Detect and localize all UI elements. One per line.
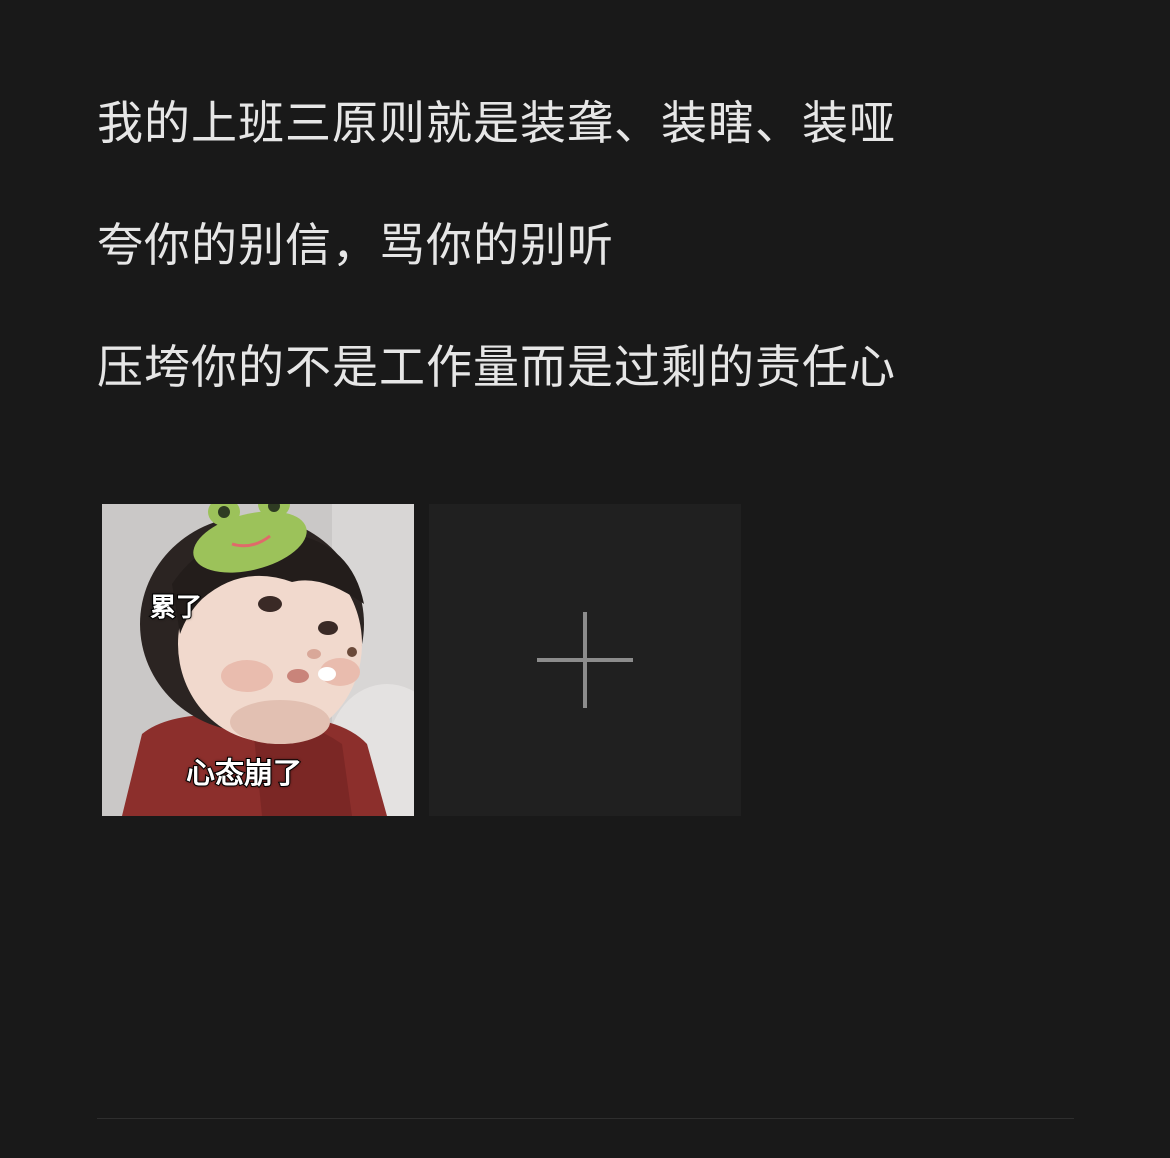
- meme-image-thumbnail[interactable]: 累了 心态崩了: [102, 504, 414, 816]
- post-line-3: 压垮你的不是工作量而是过剩的责任心: [97, 340, 896, 394]
- post-text-area[interactable]: 我的上班三原则就是装聋、装瞎、装哑 夸你的别信，骂你的别听 压垮你的不是工作量而…: [97, 88, 1077, 402]
- add-image-button[interactable]: [429, 504, 741, 816]
- post-line-2: 夸你的别信，骂你的别听: [97, 218, 614, 272]
- meme-caption-bottom: 心态崩了: [185, 755, 303, 791]
- post-line-1: 我的上班三原则就是装聋、装瞎、装哑: [97, 96, 896, 150]
- divider: [97, 1118, 1074, 1119]
- meme-caption-top: 累了: [149, 592, 203, 624]
